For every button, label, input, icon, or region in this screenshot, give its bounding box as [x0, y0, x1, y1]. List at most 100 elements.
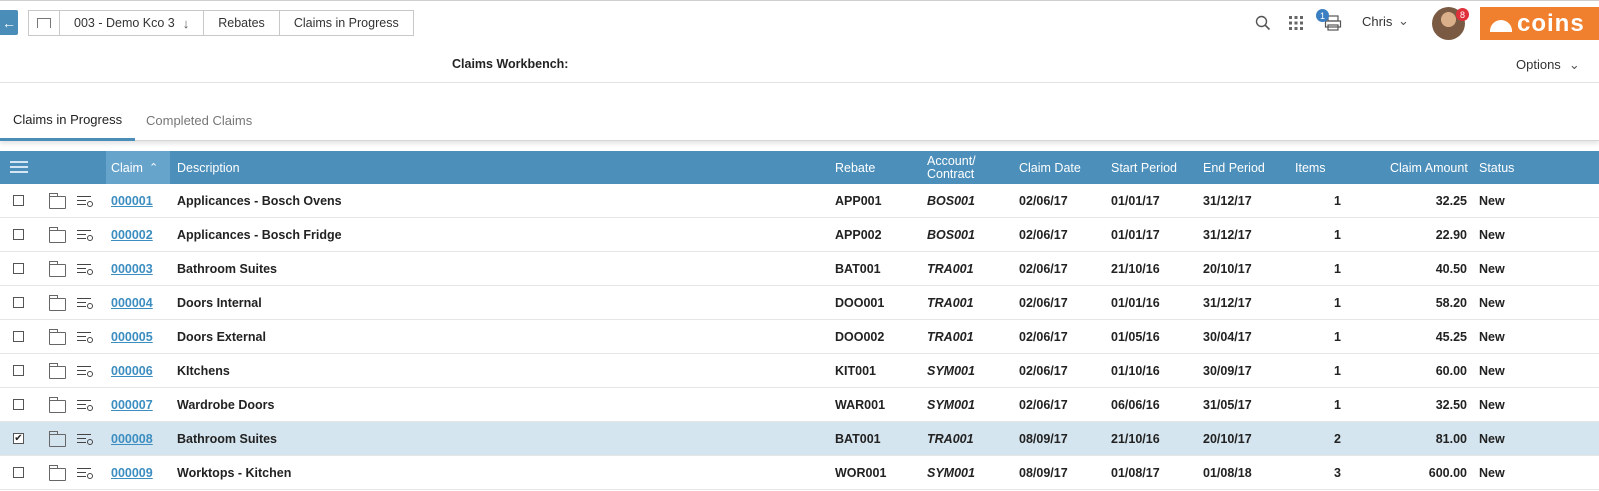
column-end-period[interactable]: End Period — [1203, 151, 1265, 184]
details-icon[interactable] — [77, 365, 93, 377]
details-icon[interactable] — [77, 195, 93, 207]
logo-text: coins — [1517, 9, 1585, 37]
claim-link[interactable]: 000003 — [111, 252, 171, 286]
status-cell: New — [1479, 262, 1505, 276]
notification-badge: 8 — [1456, 8, 1469, 21]
options-menu[interactable]: Options ⌄ — [1516, 57, 1580, 73]
page-title: Claims Workbench: — [452, 57, 569, 71]
items-cell: 3 — [1334, 466, 1341, 480]
details-icon[interactable] — [77, 297, 93, 309]
home-icon[interactable] — [28, 10, 60, 36]
claim-date-cell: 08/09/17 — [1019, 432, 1068, 446]
claim-link[interactable]: 000007 — [111, 388, 171, 422]
claim-date-cell: 02/06/17 — [1019, 296, 1068, 310]
apps-grid-icon[interactable] — [1286, 13, 1306, 33]
account-cell: BOS001 — [927, 194, 975, 208]
back-arrow-icon[interactable]: ← — [0, 10, 18, 35]
breadcrumb-claims-in-progress[interactable]: Claims in Progress — [279, 10, 414, 36]
claim-link[interactable]: 000001 — [111, 184, 171, 218]
table-row[interactable]: 000001 Applicances - Bosch Ovens APP001 BOS… — [0, 184, 1599, 218]
rebate-cell: DOO002 — [835, 330, 885, 344]
chevron-down-icon[interactable]: ⌄ — [1398, 13, 1409, 29]
claims-table: Claim ⌃ Description Rebate Account/ Cont… — [0, 151, 1599, 490]
folder-icon[interactable] — [49, 261, 66, 277]
column-account-line1: Account/ — [927, 153, 976, 168]
column-claim-label: Claim — [111, 160, 143, 175]
column-rebate[interactable]: Rebate — [835, 151, 875, 184]
claim-link[interactable]: 000006 — [111, 354, 171, 388]
description-cell: Worktops - Kitchen — [177, 466, 292, 480]
breadcrumb-company-label: 003 - Demo Kco 3 — [74, 16, 175, 30]
table-row[interactable]: 000006 KItchens KIT001 SYM001 02/06/17 01/10/… — [0, 354, 1599, 388]
column-status[interactable]: Status — [1479, 151, 1514, 184]
tab-completed-claims[interactable]: Completed Claims — [133, 100, 265, 141]
table-row[interactable]: 000005 Doors External DOO002 TRA001 02/06/17… — [0, 320, 1599, 354]
breadcrumb-claims-label: Claims in Progress — [293, 16, 399, 30]
table-row[interactable]: 000007 Wardrobe Doors WAR001 SYM001 02/06/17… — [0, 388, 1599, 422]
row-checkbox[interactable] — [13, 263, 24, 274]
folder-icon[interactable] — [49, 193, 66, 209]
row-checkbox[interactable] — [13, 365, 24, 376]
column-items[interactable]: Items — [1295, 151, 1326, 184]
chevron-down-icon[interactable]: ↓ — [183, 16, 190, 31]
status-cell: New — [1479, 228, 1505, 242]
column-claim[interactable]: Claim ⌃ — [106, 151, 170, 184]
breadcrumb-rebates[interactable]: Rebates — [204, 10, 280, 36]
row-checkbox[interactable] — [13, 297, 24, 308]
table-row[interactable]: 000003 Bathroom Suites BAT001 TRA001 02/06/1… — [0, 252, 1599, 286]
start-period-cell: 21/10/16 — [1111, 262, 1160, 276]
claim-link[interactable]: 000002 — [111, 218, 171, 252]
tab-claims-in-progress[interactable]: Claims in Progress — [0, 100, 136, 141]
column-account-contract[interactable]: Account/ Contract — [927, 151, 976, 184]
breadcrumb-company[interactable]: 003 - Demo Kco 3 ↓ — [60, 10, 205, 36]
table-row[interactable]: 000004 Doors Internal DOO001 TRA001 02/06/17… — [0, 286, 1599, 320]
folder-icon[interactable] — [49, 431, 66, 447]
details-icon[interactable] — [77, 399, 93, 411]
table-row[interactable]: 000009 Worktops - Kitchen WOR001 SYM001 08/0… — [0, 456, 1599, 490]
folder-icon[interactable] — [49, 227, 66, 243]
folder-icon[interactable] — [49, 397, 66, 413]
status-cell: New — [1479, 398, 1505, 412]
folder-icon[interactable] — [49, 363, 66, 379]
claim-link[interactable]: 000004 — [111, 286, 171, 320]
details-icon[interactable] — [77, 467, 93, 479]
account-cell: BOS001 — [927, 228, 975, 242]
column-description[interactable]: Description — [177, 151, 240, 184]
claim-link[interactable]: 000009 — [111, 456, 171, 490]
claim-date-cell: 02/06/17 — [1019, 228, 1068, 242]
coins-logo: coins — [1480, 7, 1599, 40]
description-cell: Doors Internal — [177, 296, 262, 310]
claim-date-cell: 08/09/17 — [1019, 466, 1068, 480]
table-row[interactable]: ✔ 000008 Bathroom Suites BAT001 TRA001 08/09/… — [0, 422, 1599, 456]
claim-amount-cell: 45.25 — [1435, 330, 1467, 344]
rebate-cell: DOO001 — [835, 296, 885, 310]
row-checkbox[interactable] — [13, 399, 24, 410]
folder-icon[interactable] — [49, 465, 66, 481]
details-icon[interactable] — [77, 263, 93, 275]
claim-link[interactable]: 000005 — [111, 320, 171, 354]
rebate-cell: BAT001 — [835, 432, 881, 446]
row-checkbox[interactable] — [13, 195, 24, 206]
start-period-cell: 01/01/17 — [1111, 228, 1160, 242]
user-name[interactable]: Chris — [1362, 14, 1392, 29]
folder-icon[interactable] — [49, 329, 66, 345]
row-checkbox[interactable] — [13, 331, 24, 342]
list-menu-icon[interactable] — [10, 161, 28, 174]
details-icon[interactable] — [77, 433, 93, 445]
claim-link[interactable]: 000008 — [111, 422, 171, 456]
claim-amount-cell: 22.90 — [1435, 228, 1467, 242]
column-claim-amount[interactable]: Claim Amount — [1390, 151, 1468, 184]
rebate-cell: BAT001 — [835, 262, 881, 276]
row-checkbox[interactable]: ✔ — [13, 433, 24, 444]
column-claim-date[interactable]: Claim Date — [1019, 151, 1081, 184]
end-period-cell: 01/08/18 — [1203, 466, 1252, 480]
row-checkbox[interactable] — [13, 229, 24, 240]
description-cell: KItchens — [177, 364, 230, 378]
table-row[interactable]: 000002 Applicances - Bosch Fridge APP002 BO… — [0, 218, 1599, 252]
folder-icon[interactable] — [49, 295, 66, 311]
details-icon[interactable] — [77, 331, 93, 343]
search-icon[interactable] — [1253, 13, 1273, 33]
row-checkbox[interactable] — [13, 467, 24, 478]
details-icon[interactable] — [77, 229, 93, 241]
column-start-period[interactable]: Start Period — [1111, 151, 1177, 184]
